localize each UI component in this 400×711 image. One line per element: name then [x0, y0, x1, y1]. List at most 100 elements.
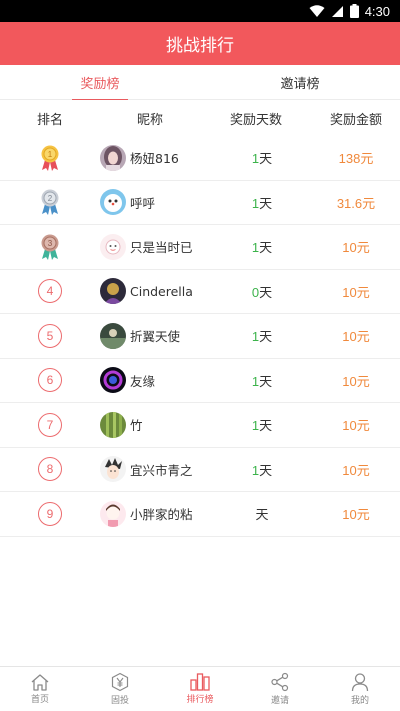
header-rank: 排名 — [36, 112, 63, 128]
table-row[interactable]: 9 小胖家的粘 天 10元 — [0, 492, 400, 537]
table-row[interactable]: 2 呼呼 1天 31.6元 — [0, 181, 400, 225]
tab-bar: 奖励榜 邀请榜 — [0, 65, 400, 100]
avatar[interactable] — [100, 322, 126, 349]
avatar[interactable] — [100, 189, 126, 216]
header-days: 奖励天数 — [229, 112, 282, 128]
rank-badge: 8 — [38, 457, 62, 482]
amount-value: 31.6 — [336, 195, 363, 211]
amount-value: 10 — [342, 507, 357, 523]
page-title: 挑战排行 — [166, 36, 234, 56]
days-unit: 天 — [259, 285, 273, 301]
svg-text:3: 3 — [48, 239, 53, 248]
table-row[interactable]: 4 Cinderella 0天 10元 — [0, 270, 400, 314]
amount-cell: 10元 — [312, 415, 400, 434]
days-cell: 1天 — [212, 193, 312, 212]
share-icon — [271, 672, 289, 692]
tab-label: 邀请榜 — [280, 76, 320, 92]
amount-value: 10 — [342, 418, 357, 434]
tab-invite-ranking[interactable]: 邀请榜 — [200, 65, 400, 99]
bottom-nav: 首页 固投 排行榜 邀请 我的 — [0, 666, 400, 711]
amount-cell: 10元 — [312, 237, 400, 256]
table-row[interactable]: 3 只是当时已 1天 10元 — [0, 225, 400, 270]
amount-unit: 元 — [360, 152, 374, 168]
nav-fixed-invest[interactable]: 固投 — [80, 667, 160, 711]
table-row[interactable]: 1 杨妞816 1天 138元 — [0, 136, 400, 181]
days-cell: 1天 — [212, 460, 312, 479]
amount-cell: 10元 — [312, 282, 400, 301]
days-unit: 天 — [259, 330, 273, 346]
avatar[interactable] — [100, 500, 126, 527]
avatar[interactable] — [100, 456, 126, 483]
name-cell: 呼呼 — [100, 189, 212, 216]
title-bar: 挑战排行 — [0, 22, 400, 65]
table-row[interactable]: 7 竹 1天 10元 — [0, 403, 400, 448]
yen-icon — [111, 672, 129, 692]
nickname: 只是当时已 — [130, 240, 193, 256]
nickname: 宜兴市青之 — [130, 462, 193, 478]
amount-value: 10 — [342, 284, 357, 300]
days-unit: 天 — [259, 374, 273, 390]
amount-unit: 元 — [356, 330, 370, 346]
amount-cell: 10元 — [312, 326, 400, 345]
name-cell: Cinderella — [100, 278, 212, 305]
amount-value: 138 — [338, 151, 361, 167]
rank-badge: 7 — [38, 412, 62, 437]
ranking-list: 1 杨妞816 1天 138元 2 呼呼 1天 31.6元 3 只是当时已 1天… — [0, 136, 400, 537]
status-bar: 4:30 — [0, 0, 400, 22]
header-amount: 奖励金额 — [329, 112, 382, 128]
tab-label: 奖励榜 — [80, 76, 120, 92]
rank-cell: 8 — [0, 457, 100, 482]
days-unit: 天 — [259, 196, 273, 212]
amount-cell: 138元 — [312, 148, 400, 167]
days-cell: 0天 — [212, 282, 312, 301]
nav-label: 首页 — [30, 695, 49, 705]
days-cell: 1天 — [212, 326, 312, 345]
home-icon — [31, 674, 49, 691]
avatar[interactable] — [100, 411, 126, 438]
days-cell: 天 — [212, 504, 312, 523]
table-row[interactable]: 6 友缘 1天 10元 — [0, 359, 400, 403]
nav-label: 邀请 — [270, 696, 289, 706]
user-icon — [351, 673, 369, 692]
nav-home[interactable]: 首页 — [0, 667, 80, 711]
nickname: 折翼天使 — [130, 329, 181, 345]
bronze-medal-icon: 3 — [41, 234, 59, 260]
days-unit: 天 — [259, 241, 273, 257]
svg-text:2: 2 — [48, 194, 53, 203]
amount-unit: 元 — [356, 463, 370, 479]
name-cell: 折翼天使 — [100, 322, 212, 349]
nav-invite[interactable]: 邀请 — [240, 667, 320, 711]
nickname: 杨妞816 — [130, 151, 179, 167]
nav-ranking[interactable]: 排行榜 — [160, 667, 240, 711]
avatar[interactable] — [100, 144, 126, 171]
rank-cell: 1 — [0, 145, 100, 171]
rank-badge: 9 — [38, 501, 62, 526]
nickname: 呼呼 — [130, 195, 156, 211]
amount-cell: 10元 — [312, 371, 400, 390]
table-row[interactable]: 5 折翼天使 1天 10元 — [0, 314, 400, 359]
name-cell: 杨妞816 — [100, 144, 212, 171]
signal-icon — [331, 5, 343, 17]
nickname: 小胖家的粘 — [130, 507, 193, 523]
days-unit: 天 — [259, 419, 273, 435]
amount-unit: 元 — [356, 285, 370, 301]
tab-reward-ranking[interactable]: 奖励榜 — [0, 65, 200, 99]
amount-cell: 10元 — [312, 460, 400, 479]
table-row[interactable]: 8 宜兴市青之 1天 10元 — [0, 448, 400, 492]
avatar[interactable] — [100, 367, 126, 394]
amount-unit: 元 — [356, 508, 370, 524]
days-unit: 天 — [259, 152, 273, 168]
amount-unit: 元 — [356, 419, 370, 435]
gold-medal-icon: 1 — [41, 145, 59, 171]
ranking-icon — [190, 673, 210, 691]
name-cell: 宜兴市青之 — [100, 456, 212, 483]
avatar[interactable] — [100, 278, 126, 305]
avatar[interactable] — [100, 233, 126, 260]
nav-mine[interactable]: 我的 — [320, 667, 400, 711]
nickname: 竹 — [130, 418, 143, 434]
rank-cell: 5 — [0, 323, 100, 348]
rank-cell: 6 — [0, 368, 100, 393]
svg-text:1: 1 — [48, 150, 53, 159]
amount-value: 10 — [342, 373, 357, 389]
table-header: 排名 昵称 奖励天数 奖励金额 — [0, 100, 400, 136]
